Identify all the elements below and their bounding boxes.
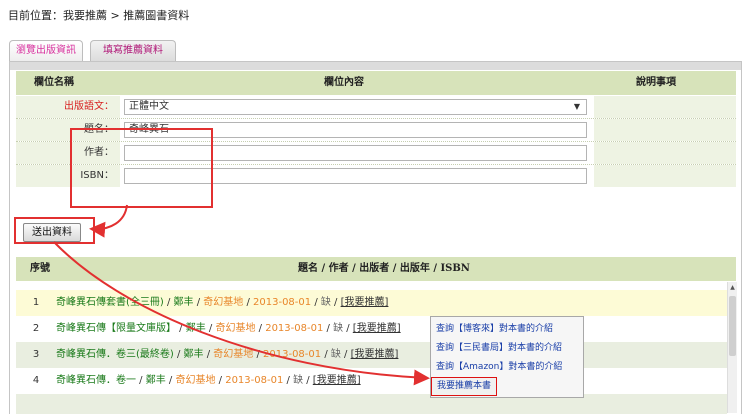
book-title[interactable]: 奇峰異石傳套書(全三冊) [56,297,164,308]
result-row-partial [16,394,727,414]
result-row[interactable]: 4 奇峰異石傳．卷一 / 鄭丰 / 奇幻基地 / 2013-08-01 / 缺 … [16,368,727,394]
highlight-submit-button [14,217,95,244]
book-publisher[interactable]: 奇幻基地 [213,349,253,360]
book-author[interactable]: 鄭丰 [184,349,204,360]
book-year: 2013-08-01 [265,323,324,334]
book-isbn: 缺 [330,349,341,360]
book-year: 2013-08-01 [225,375,284,386]
book-isbn: 缺 [333,323,344,334]
results-header: 序號 題名 / 作者 / 出版者 / 出版年 / ISBN [16,257,736,281]
book-isbn: 缺 [320,297,331,308]
menu-item-amazon[interactable]: 查詢【Amazon】對本書的介紹 [436,359,562,372]
result-row[interactable]: 2 奇峰異石傳【限量文庫版】 / 鄭丰 / 奇幻基地 / 2013-08-01 … [16,316,727,342]
book-year: 2013-08-01 [253,297,312,308]
book-publisher[interactable]: 奇幻基地 [175,375,215,386]
result-row[interactable]: 3 奇峰異石傳．卷三(最終卷) / 鄭丰 / 奇幻基地 / 2013-08-01… [16,342,727,368]
highlight-form-fields [70,128,213,208]
menu-item-recommend-book[interactable]: 我要推薦本書 [431,377,497,396]
book-year: 2013-08-01 [263,349,322,360]
scroll-up-icon[interactable]: ▲ [728,284,737,291]
header-field-content: 欄位內容 [324,77,364,88]
breadcrumb: 目前位置：我要推薦 > 推薦圖書資料 [8,9,190,22]
book-isbn: 缺 [293,375,304,386]
book-publisher[interactable]: 奇幻基地 [215,323,255,334]
header-book-info: 題名 / 作者 / 出版者 / 出版年 / ISBN [298,263,470,274]
book-author[interactable]: 鄭丰 [186,323,206,334]
book-title[interactable]: 奇峰異石傳．卷一 [56,375,136,386]
recommend-link[interactable]: [我要推薦] [313,375,361,386]
tab-browse-publication[interactable]: 瀏覽出版資訊 [9,40,83,61]
header-field-name: 欄位名稱 [34,77,74,88]
menu-item-books-com-tw[interactable]: 查詢【博客來】對本書的介紹 [436,321,553,334]
language-select[interactable]: 正體中文 ▼ [124,99,587,115]
book-title[interactable]: 奇峰異石傳．卷三(最終卷) [56,349,174,360]
tab-fill-recommendation[interactable]: 填寫推薦資料 [90,40,176,61]
menu-item-sanmin[interactable]: 查詢【三民書局】對本書的介紹 [436,340,562,353]
header-notes: 說明事項 [636,77,676,88]
book-author[interactable]: 鄭丰 [146,375,166,386]
recommend-link[interactable]: [我要推薦] [353,323,401,334]
book-author[interactable]: 鄭丰 [174,297,194,308]
header-seq: 序號 [30,263,50,274]
recommend-link[interactable]: [我要推薦] [351,349,399,360]
panel-top-bar [10,62,741,70]
book-title[interactable]: 奇峰異石傳【限量文庫版】 [56,323,176,334]
language-label: 出版語文： [64,101,114,112]
language-row: 出版語文： 正體中文 ▼ [16,96,736,118]
form-header: 欄位名稱 欄位內容 說明事項 [16,71,736,95]
result-row[interactable]: 1 奇峰異石傳套書(全三冊) / 鄭丰 / 奇幻基地 / 2013-08-01 … [16,290,727,316]
recommend-context-menu: 查詢【博客來】對本書的介紹 查詢【三民書局】對本書的介紹 查詢【Amazon】對… [430,316,584,398]
book-publisher[interactable]: 奇幻基地 [203,297,243,308]
content-panel: 欄位名稱 欄位內容 說明事項 出版語文： 正體中文 ▼ 題名： 奇峰異石 作者：… [9,61,742,414]
chevron-down-icon: ▼ [573,102,580,111]
results-scrollbar[interactable]: ▲ [727,282,737,413]
scroll-thumb[interactable] [729,296,736,356]
recommend-link[interactable]: [我要推薦] [341,297,389,308]
